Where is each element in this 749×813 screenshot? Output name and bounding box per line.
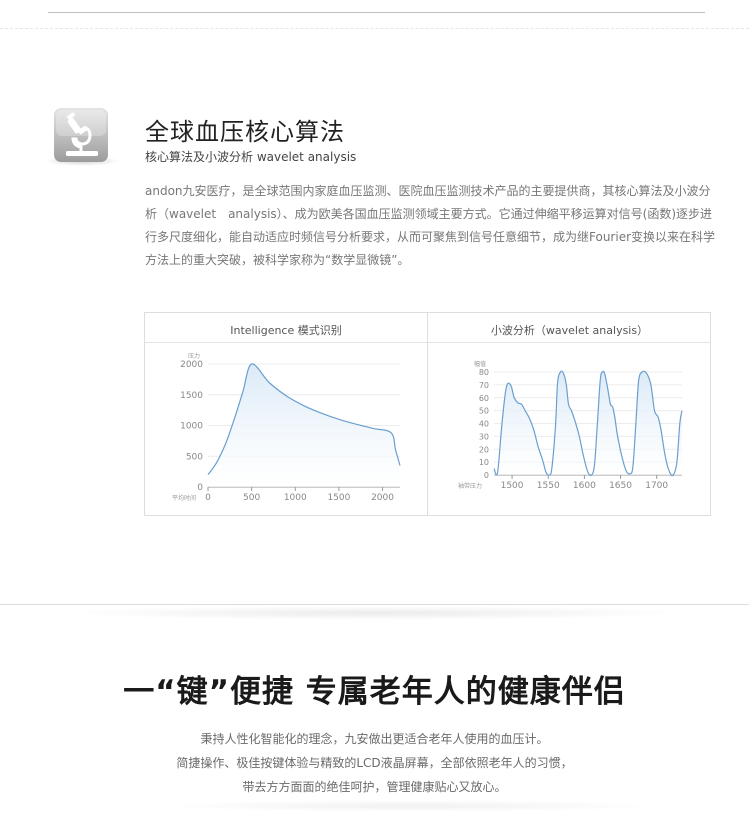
top-divider: [48, 12, 705, 13]
y-tick-label: 1000: [180, 422, 203, 432]
y-tick-label: 60: [479, 394, 489, 403]
x-tick-label: 500: [243, 493, 260, 503]
section-title: 全球血压核心算法: [145, 118, 345, 146]
y-tick-label: 20: [479, 445, 489, 454]
y-axis-label: 幅值: [474, 360, 486, 368]
y-tick-label: 0: [197, 483, 203, 493]
section2-headline: 一“键”便捷 专属老年人的健康伴侣: [123, 674, 626, 710]
bottom-shadow: [160, 800, 660, 812]
y-tick-label: 2000: [180, 360, 203, 370]
pattern-recognition-chart: 05001000150020000 500 1000 1500 2000压力平均时间: [172, 352, 401, 503]
x-tick-label: 1000: [284, 493, 307, 503]
chart-title-right: 小波分析（wavelet analysis）: [490, 324, 649, 337]
chart-title-left: Intelligence 模式识别: [230, 324, 342, 337]
intro-paragraph: andon九安医疗，是全球范围内家庭血压监测、医院血压监测技术产品的主要提供商，…: [145, 184, 716, 267]
x-tick-label: 2000: [371, 493, 394, 503]
y-tick-label: 0: [484, 471, 489, 480]
section-subtitle: 核心算法及小波分析 wavelet analysis: [145, 150, 357, 164]
y-tick-label: 80: [479, 368, 489, 377]
x-tick-label: 1500: [501, 481, 524, 491]
y-tick-label: 40: [479, 420, 489, 429]
y-tick-label: 70: [479, 381, 489, 390]
section2-line-3: 带去方方面面的绝佳呵护，管理健康贴心又放心。: [242, 780, 507, 794]
y-tick-label: 500: [186, 452, 203, 462]
chart-header-divider: [144, 342, 711, 343]
dashed-divider: [0, 28, 749, 29]
section2-line-2: 简捷操作、极佳按键体验与精致的LCD液晶屏幕，全部依照老年人的习惯，: [176, 756, 573, 770]
section-divider: [0, 604, 749, 605]
y-axis-label: 压力: [188, 352, 200, 360]
x-tick-label: 1500: [327, 493, 350, 503]
x-axis-label: 平均时间: [172, 494, 196, 502]
y-tick-label: 50: [479, 407, 489, 416]
x-tick-label: 1650: [609, 481, 632, 491]
section2-line-1: 秉持人性化智能化的理念，九安做出更适合老年人使用的血压计。: [200, 732, 549, 746]
x-tick-label: 1700: [645, 481, 668, 491]
section-divider-shadow: [60, 606, 690, 620]
y-tick-label: 30: [479, 432, 489, 441]
wavelet-analysis-chart: 0 10 20 30 40 50 60 70 80 1500 1550 1600 1650 1700 幅值袖…: [458, 360, 683, 491]
x-tick-label: 1550: [537, 481, 560, 491]
y-tick-label: 1500: [180, 391, 203, 401]
y-tick-label: 10: [479, 458, 489, 467]
x-tick-label: 1600: [573, 481, 596, 491]
microscope-icon: [54, 108, 108, 162]
x-tick-label: 0: [205, 493, 211, 503]
x-axis-label: 袖带压力: [458, 482, 482, 490]
